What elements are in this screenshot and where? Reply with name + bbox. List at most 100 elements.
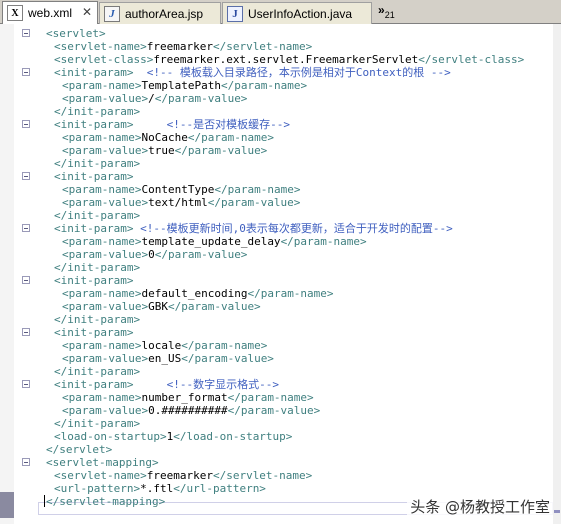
xml-tag: <param-value> xyxy=(62,196,149,209)
xml-text: en_US xyxy=(148,352,182,365)
xml-tag: </param-name> xyxy=(280,235,367,248)
xml-tag: <servlet-class> xyxy=(54,53,154,66)
tab-author-area-jsp[interactable]: J authorArea.jsp xyxy=(99,2,221,24)
xml-text xyxy=(133,378,166,391)
xml-text: *.ftl xyxy=(140,482,174,495)
xml-tag: <param-name> xyxy=(62,287,142,300)
xml-tag: </init-param> xyxy=(54,261,141,274)
current-line-marker xyxy=(0,492,14,518)
chevron-right-icon: » xyxy=(378,3,385,17)
xml-tag: </param-value> xyxy=(227,404,321,417)
code-line: </init-param> xyxy=(46,365,524,378)
xml-tag: <param-value> xyxy=(62,300,149,313)
xml-comment: <!-- 模板载入目录路径，本示例是相对于Context的根 --> xyxy=(146,66,451,79)
xml-comment: <!--模板更新时间,0表示每次都更新，适合于开发时的配置--> xyxy=(140,222,453,235)
xml-text: freemarker xyxy=(146,40,213,53)
code-line: <servlet-name>freemarker</servlet-name> xyxy=(46,40,524,53)
collapse-icon[interactable] xyxy=(22,172,30,180)
xml-text: TemplatePath xyxy=(141,79,221,92)
xml-tag: </param-name> xyxy=(214,183,301,196)
collapse-icon[interactable] xyxy=(22,328,30,336)
code-line: </init-param> xyxy=(46,417,524,430)
code-line: <param-name>ContentType</param-name> xyxy=(46,183,524,196)
xml-tag: </param-value> xyxy=(154,248,248,261)
code-line: <param-name>NoCache</param-name> xyxy=(46,131,524,144)
xml-tag: <servlet-mapping> xyxy=(46,456,159,469)
code-line: <param-name>locale</param-name> xyxy=(46,339,524,352)
xml-text xyxy=(133,118,166,131)
folding-gutter xyxy=(14,24,38,524)
collapse-icon[interactable] xyxy=(22,380,30,388)
code-line: <param-value>/</param-value> xyxy=(46,92,524,105)
xml-tag: <param-name> xyxy=(62,391,142,404)
collapse-icon[interactable] xyxy=(22,224,30,232)
code-line: <init-param> <!--模板更新时间,0表示每次都更新，适合于开发时的… xyxy=(46,222,524,235)
xml-text: locale xyxy=(141,339,182,352)
code-line: <param-name>default_encoding</param-name… xyxy=(46,287,524,300)
code-line: <init-param> <!--数字显示格式--> xyxy=(46,378,524,391)
xml-tag: <param-name> xyxy=(62,183,142,196)
code-line: <param-name>number_format</param-name> xyxy=(46,391,524,404)
xml-tag: </init-param> xyxy=(54,417,141,430)
xml-text: freemarker.ext.servlet.FreemarkerServlet xyxy=(153,53,419,66)
tab-web-xml[interactable]: X web.xml ✕ xyxy=(2,1,98,24)
xml-text: NoCache xyxy=(141,131,188,144)
xml-tag: </param-name> xyxy=(247,287,334,300)
collapse-icon[interactable] xyxy=(22,29,30,37)
xml-tag: </init-param> xyxy=(54,365,141,378)
code-line: <init-param> <!--是否对模板缓存--> xyxy=(46,118,524,131)
overview-ruler[interactable] xyxy=(553,24,561,524)
xml-tag: <init-param> xyxy=(54,170,134,183)
xml-tag: <init-param> xyxy=(54,118,134,131)
xml-tag: </init-param> xyxy=(54,313,141,326)
xml-text: 0 xyxy=(148,248,155,261)
code-area[interactable]: <servlet> <servlet-name>freemarker</servl… xyxy=(44,27,525,508)
annotation-marker[interactable] xyxy=(554,510,560,513)
watermark: 头条 @杨教授工作室 xyxy=(407,495,553,518)
code-line: <init-param> xyxy=(46,326,524,339)
xml-tag: </servlet-name> xyxy=(212,469,313,482)
xml-tag: </servlet-class> xyxy=(418,53,525,66)
xml-text: true xyxy=(148,144,175,157)
code-line: <param-value>0.##########</param-value> xyxy=(46,404,524,417)
xml-tag: <init-param> xyxy=(54,66,134,79)
code-line: <param-value>text/html</param-value> xyxy=(46,196,524,209)
close-icon[interactable]: ✕ xyxy=(82,5,92,19)
code-line: <init-param> xyxy=(46,274,524,287)
code-line: </init-param> xyxy=(46,105,524,118)
code-line: </init-param> xyxy=(46,313,524,326)
code-line: <init-param> xyxy=(46,170,524,183)
collapse-icon[interactable] xyxy=(22,276,30,284)
xml-text: 0.########## xyxy=(148,404,228,417)
xml-tag: </servlet-name> xyxy=(212,40,313,53)
code-line: <load-on-startup>1</load-on-startup> xyxy=(46,430,524,443)
xml-tag: <param-value> xyxy=(62,352,149,365)
tab-overflow-button[interactable]: »21 xyxy=(378,3,395,20)
xml-text: / xyxy=(148,92,155,105)
xml-tag: <servlet-name> xyxy=(54,469,147,482)
xml-tag: </param-name> xyxy=(187,131,274,144)
tab-user-info-action-java[interactable]: J UserInfoAction.java xyxy=(222,2,372,24)
collapse-icon[interactable] xyxy=(22,458,30,466)
xml-tag: </param-value> xyxy=(154,92,248,105)
xml-text: text/html xyxy=(148,196,208,209)
xml-tag: </init-param> xyxy=(54,157,141,170)
xml-tag: </param-value> xyxy=(181,352,274,365)
collapse-icon[interactable] xyxy=(22,120,30,128)
xml-tag: <servlet-name> xyxy=(54,40,147,53)
xml-text: freemarker xyxy=(146,469,213,482)
xml-file-icon: X xyxy=(7,5,23,21)
xml-tag: </param-value> xyxy=(167,300,261,313)
xml-tag: <load-on-startup> xyxy=(54,430,167,443)
tab-label: UserInfoAction.java xyxy=(248,6,353,21)
vertical-ruler xyxy=(0,24,15,524)
xml-tag: <param-name> xyxy=(62,235,142,248)
code-line: <servlet-mapping> xyxy=(46,456,524,469)
code-line: <param-value>GBK</param-value> xyxy=(46,300,524,313)
collapse-icon[interactable] xyxy=(22,68,30,76)
xml-tag: <param-name> xyxy=(62,339,142,352)
xml-tag: <param-name> xyxy=(62,79,142,92)
code-line: <init-param> <!-- 模板载入目录路径，本示例是相对于Contex… xyxy=(46,66,524,79)
hidden-tab-count: 21 xyxy=(384,10,395,20)
xml-editor[interactable]: <servlet> <servlet-name>freemarker</servl… xyxy=(0,24,561,524)
